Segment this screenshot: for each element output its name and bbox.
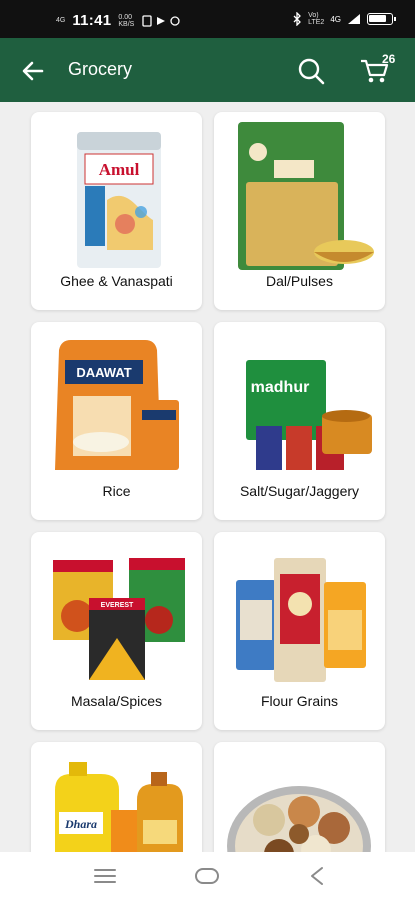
cart-badge: 26 xyxy=(382,52,396,66)
volte-indicator: Vo) LTE2 xyxy=(308,12,325,26)
category-label: Rice xyxy=(102,483,131,499)
madhur-logo-text: madhur xyxy=(251,379,310,396)
masala-product-image: EVEREST xyxy=(53,558,185,680)
menu-nav-button[interactable] xyxy=(90,864,120,888)
status-bar: 4G 11:41 0.00 KB/S Vo) LTE2 4G xyxy=(0,0,415,38)
arrow-left-icon xyxy=(22,61,44,81)
battery-icon xyxy=(367,13,396,25)
everest-logo-text: EVEREST xyxy=(101,602,134,609)
home-icon xyxy=(195,868,219,884)
page-title: Grocery xyxy=(68,59,133,79)
search-icon xyxy=(298,58,325,85)
rice-product-image: DAAWAT xyxy=(55,340,179,470)
menu-icon xyxy=(94,869,116,883)
app-bar: Grocery 26 xyxy=(0,38,415,102)
signal-bars-icon xyxy=(348,14,360,24)
category-card-flour[interactable]: Flour Grains xyxy=(214,532,385,730)
category-label: Flour Grains xyxy=(260,693,339,709)
category-card-salt-sugar[interactable]: madhur Salt/Sugar/Jaggery xyxy=(214,322,385,520)
back-icon xyxy=(311,867,323,885)
category-card-masala[interactable]: EVEREST Masala/Spices xyxy=(31,532,202,730)
amul-logo-text: Amul xyxy=(99,160,140,179)
ghee-product-image: Amul xyxy=(77,132,161,268)
clock: 11:41 xyxy=(72,12,112,29)
home-nav-button[interactable] xyxy=(192,864,222,888)
category-card-dal[interactable]: Dal/Pulses xyxy=(214,112,385,310)
notification-icons xyxy=(142,14,180,27)
dhara-logo-text: Dhara xyxy=(64,817,97,831)
daawat-logo-text: DAAWAT xyxy=(76,365,131,380)
network-speed: 0.00 KB/S xyxy=(118,13,135,28)
category-label: Dal/Pulses xyxy=(266,273,333,289)
back-nav-button[interactable] xyxy=(303,864,333,888)
category-card-rice[interactable]: DAAWAT Rice xyxy=(31,322,202,520)
category-card-ghee[interactable]: Amul Ghee & Vanaspati xyxy=(31,112,202,310)
back-button[interactable] xyxy=(18,56,48,86)
salt-sugar-product-image: madhur xyxy=(246,360,372,470)
network-type: 4G xyxy=(330,14,341,24)
dal-product-image xyxy=(238,122,374,270)
category-label: Masala/Spices xyxy=(70,693,163,709)
system-nav-bar xyxy=(0,852,415,900)
category-label: Salt/Sugar/Jaggery xyxy=(239,483,360,499)
search-button[interactable] xyxy=(294,54,328,88)
bluetooth-icon xyxy=(293,12,302,26)
signal-indicator: 4G xyxy=(56,17,66,24)
flour-product-image xyxy=(236,558,366,682)
category-label: Ghee & Vanaspati xyxy=(60,273,173,289)
